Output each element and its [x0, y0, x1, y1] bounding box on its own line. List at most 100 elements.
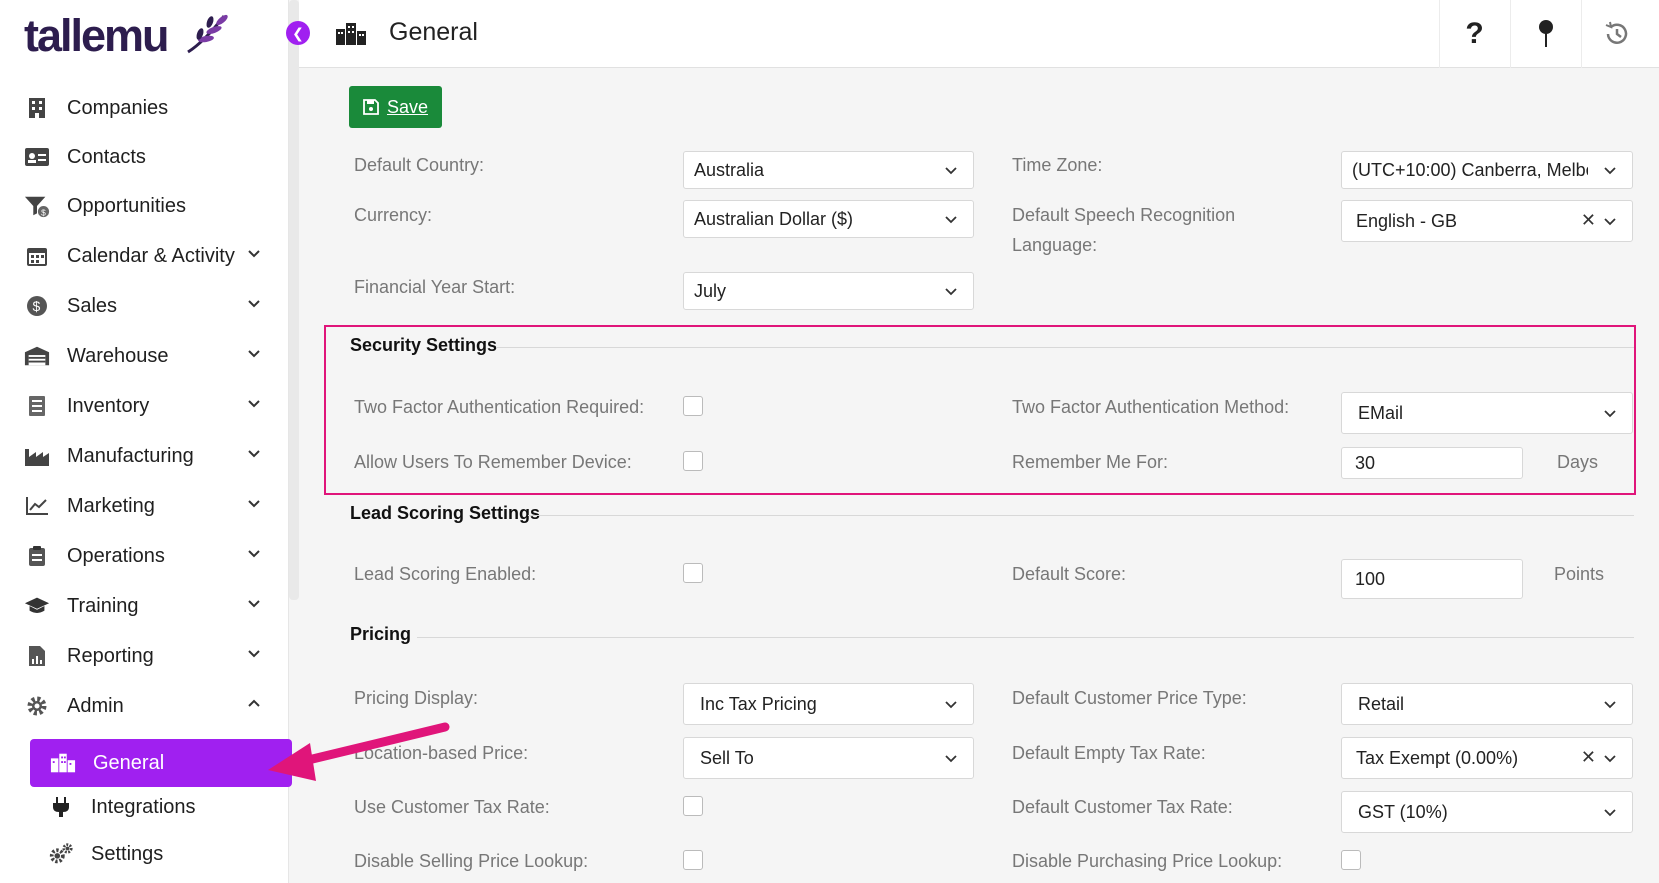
floppy-disk-icon [363, 99, 379, 115]
tfa-method-select[interactable]: EMail [1341, 392, 1633, 434]
id-card-icon [24, 145, 50, 169]
chevron-down-icon [248, 450, 260, 458]
remember-for-label: Remember Me For: [1012, 452, 1169, 472]
sidebar-item-label: Companies [67, 96, 169, 119]
sidebar-item-training[interactable]: Training [24, 586, 274, 626]
sidebar-item-operations[interactable]: Operations [24, 536, 274, 576]
clear-icon[interactable]: ✕ [1581, 747, 1596, 768]
sidebar: tallemu Companies Contacts $ Opportuniti… [0, 0, 292, 883]
factory-icon [24, 444, 50, 468]
speech-language-label-line1: Default Speech Recognition [1012, 205, 1236, 225]
select-value: EMail [1358, 402, 1404, 423]
sidebar-item-calendar[interactable]: Calendar & Activity [24, 236, 274, 276]
pin-button[interactable] [1510, 0, 1580, 68]
sidebar-subitem-settings[interactable]: Settings [48, 834, 163, 874]
chevron-down-icon [945, 755, 957, 763]
use-customer-tax-checkbox[interactable] [683, 796, 703, 816]
pricing-display-select[interactable]: Inc Tax Pricing [683, 683, 974, 725]
chevron-down-icon [248, 300, 260, 308]
use-customer-tax-label: Use Customer Tax Rate: [354, 797, 550, 817]
currency-label: Currency: [354, 205, 433, 225]
disable-selling-checkbox[interactable] [683, 850, 703, 870]
sidebar-subitem-label: Integrations [91, 795, 196, 818]
tfa-required-label: Two Factor Authentication Required: [354, 397, 645, 417]
city-icon [336, 23, 366, 45]
remember-unit: Days [1557, 452, 1599, 472]
remember-for-input[interactable]: 30 [1341, 447, 1523, 479]
chart-line-icon [24, 494, 50, 518]
gear-icon [24, 694, 50, 718]
chevron-down-icon [248, 250, 260, 258]
speech-language-select[interactable]: English - GB ✕ [1341, 200, 1633, 242]
sidebar-item-companies[interactable]: Companies [24, 88, 274, 128]
sidebar-item-label: Marketing [67, 494, 155, 517]
sidebar-item-label: Contacts [67, 145, 146, 168]
history-button[interactable] [1581, 0, 1651, 68]
security-section-title: Security Settings [350, 335, 498, 355]
fy-start-label: Financial Year Start: [354, 277, 516, 297]
history-icon [1605, 21, 1627, 44]
select-value: July [694, 280, 727, 301]
customer-tax-rate-select[interactable]: GST (10%) [1341, 791, 1633, 833]
disable-purchasing-label: Disable Purchasing Price Lookup: [1012, 851, 1283, 871]
currency-select[interactable]: Australian Dollar ($) [683, 200, 974, 238]
calendar-icon [24, 244, 50, 268]
sidebar-subitem-general[interactable]: General [30, 739, 292, 787]
sidebar-item-admin[interactable]: Admin [24, 686, 274, 726]
sidebar-item-marketing[interactable]: Marketing [24, 486, 274, 526]
sidebar-item-inventory[interactable]: Inventory [24, 386, 274, 426]
disable-purchasing-checkbox[interactable] [1341, 850, 1361, 870]
fy-start-select[interactable]: July [683, 272, 974, 310]
empty-tax-rate-label: Default Empty Tax Rate: [1012, 743, 1206, 763]
sidebar-item-label: Sales [67, 294, 118, 317]
help-button[interactable]: ? [1439, 0, 1509, 68]
chevron-down-icon [1604, 809, 1616, 817]
top-header: General ? [299, 0, 1659, 68]
customer-price-type-select[interactable]: Retail [1341, 683, 1633, 725]
annotation-arrow [268, 722, 450, 781]
sidebar-item-manufacturing[interactable]: Manufacturing [24, 436, 274, 476]
brand-logo[interactable]: tallemu [24, 10, 170, 62]
graduation-cap-icon [24, 594, 50, 618]
sidebar-item-reporting[interactable]: Reporting [24, 636, 274, 676]
chevron-down-icon [945, 167, 957, 175]
chevron-down-icon [945, 288, 957, 296]
collapse-sidebar-button[interactable]: ❮ [286, 21, 310, 45]
location-price-select[interactable]: Sell To [683, 737, 974, 779]
save-label: Save [386, 96, 429, 117]
sidebar-item-contacts[interactable]: Contacts [24, 137, 274, 177]
sidebar-item-sales[interactable]: $ Sales [24, 286, 274, 326]
customer-tax-rate-label: Default Customer Tax Rate: [1012, 797, 1233, 817]
help-icon: ? [1465, 17, 1484, 50]
pricing-section-title: Pricing [350, 624, 412, 644]
empty-tax-rate-select[interactable]: Tax Exempt (0.00%) ✕ [1341, 737, 1633, 779]
section-divider [417, 637, 1634, 638]
remember-device-checkbox[interactable] [683, 451, 703, 471]
timezone-select[interactable]: (UTC+10:00) Canberra, Melbourne, Sydney [1341, 151, 1633, 189]
lead-scoring-enabled-checkbox[interactable] [683, 563, 703, 583]
tfa-required-checkbox[interactable] [683, 396, 703, 416]
select-value: (UTC+10:00) Canberra, Melbourne, Sydney [1352, 159, 1588, 180]
select-value: Sell To [700, 747, 754, 768]
dollar-circle-icon: $ [24, 294, 50, 318]
clear-icon[interactable]: ✕ [1581, 210, 1596, 231]
default-country-select[interactable]: Australia [683, 151, 974, 189]
default-country-label: Default Country: [354, 155, 485, 175]
sidebar-item-warehouse[interactable]: Warehouse [24, 336, 274, 376]
gears-icon [48, 842, 74, 866]
sidebar-item-label: Reporting [67, 644, 154, 667]
select-value: Tax Exempt (0.00%) [1356, 747, 1519, 768]
sidebar-item-label: Admin [67, 694, 124, 717]
chevron-left-icon: ❮ [292, 24, 304, 41]
leaf-sprig-icon [187, 14, 228, 54]
sidebar-scrollbar[interactable] [289, 0, 299, 600]
default-score-input[interactable]: 100 [1341, 559, 1523, 599]
section-divider [528, 515, 1634, 516]
sidebar-item-opportunities[interactable]: $ Opportunities [24, 186, 274, 226]
sidebar-subitem-label: Settings [91, 842, 164, 865]
building-icon [24, 96, 50, 120]
sidebar-item-label: Warehouse [67, 344, 169, 367]
sidebar-subitem-integrations[interactable]: Integrations [48, 787, 196, 827]
chevron-down-icon [1604, 410, 1616, 418]
save-button[interactable]: Save [349, 86, 442, 128]
